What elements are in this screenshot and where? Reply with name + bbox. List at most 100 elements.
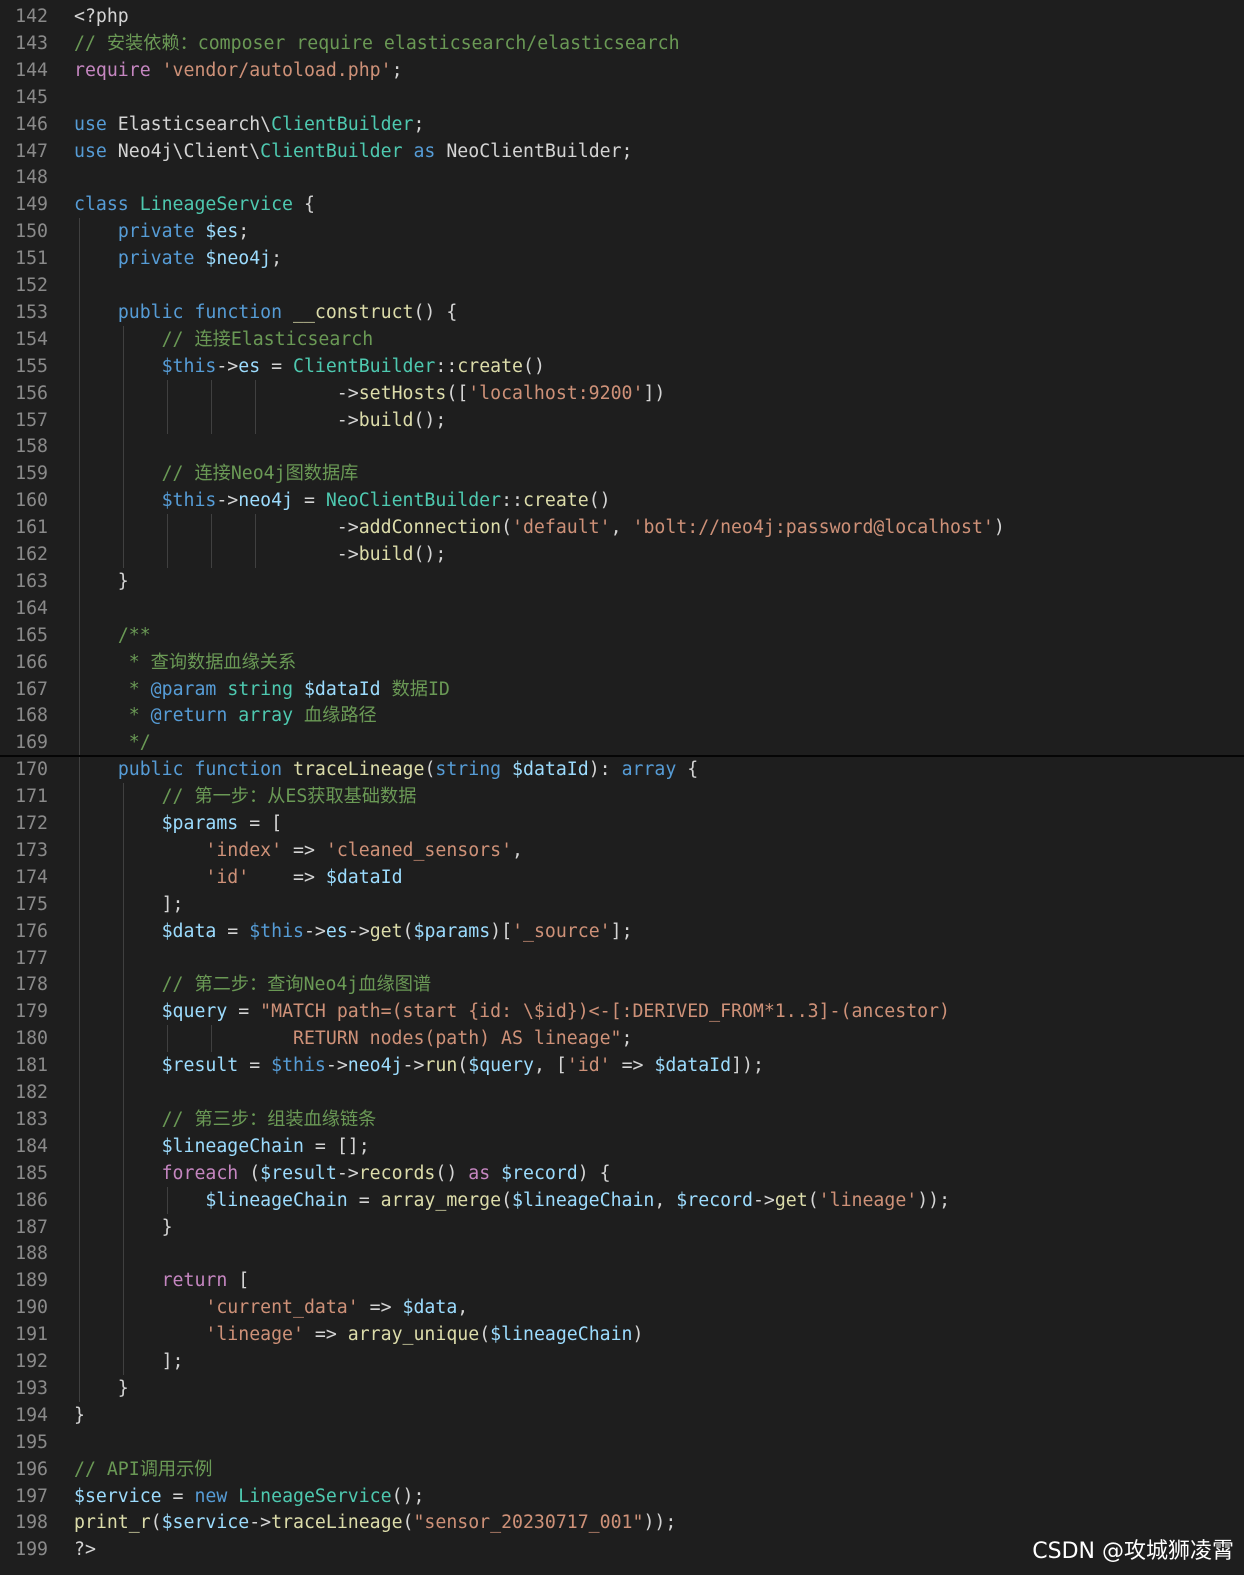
code-token: * 查询数据血缘关系: [117, 651, 297, 673]
code-token: = [: [238, 813, 283, 834]
code-line[interactable]: 149 class LineageService {: [0, 191, 1244, 218]
code-token: ();: [413, 409, 447, 431]
code-line[interactable]: 187 }: [0, 1213, 1244, 1241]
code-token: ): [632, 1324, 644, 1346]
code-token: ->: [336, 1162, 359, 1184]
code-line[interactable]: 194}: [0, 1402, 1244, 1429]
code-token: ->: [216, 490, 239, 512]
code-token: ]);: [731, 1055, 764, 1077]
code-line[interactable]: 169 */: [0, 729, 1244, 757]
code-line[interactable]: 155 $this->es = ClientBuilder::create(): [0, 352, 1244, 380]
code-line[interactable]: 167 * @param string $dataId 数据ID: [0, 675, 1244, 703]
code-token: $record: [501, 1162, 578, 1184]
code-line[interactable]: 145: [0, 84, 1244, 111]
watermark: CSDN @攻城狮凌霄: [1032, 1539, 1234, 1564]
code-token: // 第二步：查询Neo4j血缘图谱: [161, 974, 432, 996]
code-line[interactable]: 161 ->addConnection('default', 'bolt://n…: [0, 514, 1244, 542]
code-token: (): [435, 1162, 469, 1184]
code-line[interactable]: 189 return [: [0, 1267, 1244, 1295]
code-line[interactable]: 159 // 连接Neo4j图数据库: [0, 460, 1244, 488]
code-line[interactable]: 166 * 查询数据血缘关系: [0, 648, 1244, 676]
code-line[interactable]: 168 * @return array 血缘路径: [0, 702, 1244, 730]
line-code: 'id' => $dataId: [74, 864, 402, 891]
code-line[interactable]: 163 }: [0, 567, 1244, 595]
code-line[interactable]: 178 // 第二步：查询Neo4j血缘图谱: [0, 971, 1244, 999]
code-line[interactable]: 190 'current_data' => $data,: [0, 1294, 1244, 1322]
code-editor[interactable]: 142 <?php 143 // 安装依赖：composer require elas…: [0, 0, 1244, 1575]
code-line[interactable]: 185 foreach ($result->records() as $reco…: [0, 1159, 1244, 1187]
code-line[interactable]: 153 public function __construct() {: [0, 298, 1244, 326]
code-line[interactable]: 160 $this->neo4j = NeoClientBuilder::cre…: [0, 487, 1244, 515]
code-line[interactable]: 162 ->build();: [0, 541, 1244, 568]
code-line[interactable]: 191 'lineage' => array_unique($lineageCh…: [0, 1321, 1244, 1349]
code-line[interactable]: 173 'index' => 'cleaned_sensors',: [0, 836, 1244, 864]
code-line[interactable]: 179 $query = "MATCH path=(start {id: \$i…: [0, 998, 1244, 1026]
code-line[interactable]: 184 $lineageChain = [];: [0, 1132, 1244, 1160]
code-token: $lineageChain: [512, 1189, 655, 1211]
code-line[interactable]: 175 ];: [0, 890, 1244, 918]
line-code: RETURN nodes(path) AS lineage";: [74, 1025, 632, 1052]
code-line[interactable]: 172 $params = [: [0, 810, 1244, 837]
code-line[interactable]: 196 // API调用示例: [0, 1456, 1244, 1483]
code-line[interactable]: 142 <?php: [0, 3, 1244, 30]
code-line[interactable]: 197 $service = new LineageService();: [0, 1483, 1244, 1510]
code-line[interactable]: 158: [0, 433, 1244, 461]
line-code: foreach ($result->records() as $record) …: [74, 1160, 611, 1187]
code-line[interactable]: 176 $data = $this->es->get($params)['_so…: [0, 917, 1244, 945]
code-line[interactable]: 183 // 第三步：组装血缘链条: [0, 1105, 1244, 1133]
code-line[interactable]: 182: [0, 1079, 1244, 1106]
code-token: /**: [117, 624, 151, 646]
code-line[interactable]: 195: [0, 1429, 1244, 1456]
code-line[interactable]: 177: [0, 944, 1244, 972]
code-line[interactable]: 170 public function traceLineage(string …: [0, 756, 1244, 784]
code-line[interactable]: 157 ->build();: [0, 406, 1244, 434]
code-line[interactable]: 193 }: [0, 1374, 1244, 1402]
line-number: 179: [15, 1001, 48, 1023]
code-token: public: [117, 759, 184, 781]
line-number: 197: [15, 1485, 48, 1507]
line-number: 172: [15, 813, 48, 834]
code-line[interactable]: 151 private $neo4j;: [0, 245, 1244, 273]
code-token: @return: [150, 705, 228, 727]
code-line[interactable]: 156 ->setHosts(['localhost:9200']): [0, 379, 1244, 407]
code-token: ();: [391, 1485, 425, 1507]
code-line[interactable]: 171 // 第一步：从ES获取基础数据: [0, 783, 1244, 811]
line-code: public function traceLineage(string $dat…: [74, 756, 698, 783]
indent-guide: [79, 272, 80, 299]
code-line[interactable]: 148: [0, 164, 1244, 191]
code-line[interactable]: 192 ];: [0, 1348, 1244, 1375]
code-line[interactable]: 147 use Neo4j\Client\ClientBuilder as Neo…: [0, 138, 1244, 165]
code-line[interactable]: 180 RETURN nodes(path) AS lineage";: [0, 1025, 1244, 1053]
code-line[interactable]: 181 $result = $this->neo4j->run($query, …: [0, 1052, 1244, 1080]
line-number: 193: [15, 1377, 48, 1399]
code-line[interactable]: 154 // 连接Elasticsearch: [0, 325, 1244, 353]
code-token: use: [74, 140, 107, 162]
code-token: (: [402, 920, 414, 942]
code-token: $lineageChain: [490, 1324, 633, 1346]
code-line[interactable]: 188: [0, 1240, 1244, 1268]
code-line[interactable]: 152: [0, 272, 1244, 299]
code-token: // 连接Elasticsearch: [161, 328, 374, 350]
code-line[interactable]: 146 use Elasticsearch\ClientBuilder;: [0, 111, 1244, 138]
code-token: )[: [490, 920, 513, 942]
line-number: 171: [15, 786, 48, 808]
code-line[interactable]: 186 $lineageChain = array_merge($lineage…: [0, 1186, 1244, 1214]
line-code: $query = "MATCH path=(start {id: \$id})<…: [74, 998, 950, 1025]
code-line[interactable]: 174 'id' => $dataId: [0, 863, 1244, 891]
code-token: {: [293, 194, 315, 216]
code-token: ->: [205, 409, 359, 431]
code-line[interactable]: 164: [0, 594, 1244, 622]
code-line[interactable]: 143 // 安装依赖：composer require elasticsearc…: [0, 30, 1244, 57]
code-line[interactable]: 150 private $es;: [0, 218, 1244, 246]
code-line[interactable]: 144 require 'vendor/autoload.php';: [0, 57, 1244, 84]
line-code: // 第二步：查询Neo4j血缘图谱: [74, 971, 431, 998]
code-line[interactable]: 165 /**: [0, 621, 1244, 649]
